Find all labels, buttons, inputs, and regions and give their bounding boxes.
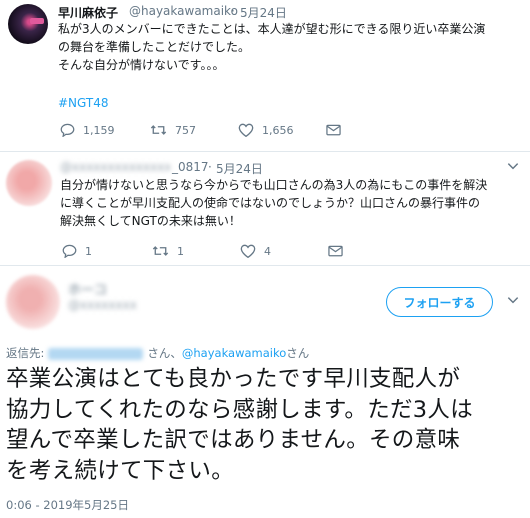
like-icon — [238, 123, 254, 137]
tweet-text-line: そんな自分が情けないです。。。 — [58, 58, 225, 72]
replying-label: 返信先: — [6, 346, 45, 360]
tweet-text-line: 卒業公演はとても良かったです早川支配人が — [6, 366, 461, 392]
reply-author-name-blurred[interactable]: @xxxxxxxxxxxxxx — [60, 160, 170, 174]
retweet-icon — [150, 125, 167, 135]
dm-button[interactable] — [326, 124, 349, 136]
retweet-button[interactable]: 1 — [152, 244, 214, 258]
hashtag-link[interactable]: #NGT48 — [58, 96, 109, 110]
author-name-blurred[interactable]: ホーコ — [68, 279, 107, 298]
tweet-text-line: 自分が情けないと思うなら今からでも山口さんの為3人の為にもこの事件を解決 — [60, 178, 488, 192]
like-count: 4 — [264, 244, 271, 258]
dm-icon — [326, 124, 341, 136]
retweet-count: 757 — [175, 123, 196, 137]
reply-count: 1,159 — [83, 123, 115, 137]
author-handle-blurred[interactable]: @xxxxxxxx — [68, 298, 158, 312]
replying-separator: さん、 — [147, 346, 182, 360]
reply-target-mention[interactable]: @hayakawamaiko — [182, 346, 286, 360]
like-count: 1,656 — [262, 123, 294, 137]
reply-icon — [60, 123, 75, 137]
tweet-text-line: 私が3人のメンバーにできたことは、本人達が望む形にできる限り近い卒業公演 — [58, 22, 486, 36]
tweet-text: 自分が情けないと思うなら今からでも山口さんの為3人の為にもこの事件を解決 に導く… — [60, 176, 487, 230]
divider — [0, 151, 530, 152]
tweet-date[interactable]: 5月24日 — [240, 4, 287, 21]
tweet-reply: @xxxxxxxxxxxxxx _0817 · 5月24日 自分が情けないと思う… — [0, 153, 530, 265]
tweet-text-line: 望んで卒業した訳ではありません。その意味 — [6, 427, 461, 453]
tweet-actions: 1 1 4 — [62, 244, 377, 258]
dm-button[interactable] — [328, 245, 351, 257]
retweet-icon — [152, 246, 169, 256]
tweet-actions: 1,159 757 1,656 — [60, 123, 375, 137]
reply-button[interactable]: 1 — [62, 244, 126, 258]
chevron-down-icon[interactable] — [506, 159, 520, 173]
like-button[interactable]: 1,656 — [238, 123, 300, 137]
author-name[interactable]: 早川麻依子 — [58, 4, 118, 21]
avatar[interactable] — [8, 4, 48, 44]
reply-button[interactable]: 1,159 — [60, 123, 124, 137]
tweet-date-separator: · — [231, 4, 235, 18]
tweet-text-line: 解決無くしてNGTの未来は無い！ — [60, 214, 241, 228]
tweet-timestamp[interactable]: 0:06 - 2019年5月25日 — [6, 497, 129, 513]
like-icon — [240, 244, 256, 258]
reply-author-handle[interactable]: _0817 — [172, 160, 209, 174]
retweet-count: 1 — [177, 244, 184, 258]
tweet-text-line: の舞台を準備したことだけでした。 — [58, 40, 251, 54]
dm-icon — [328, 245, 343, 257]
retweet-button[interactable]: 757 — [150, 123, 212, 137]
tweet-text-line: 協力してくれたのなら感謝します。ただ3人は — [6, 396, 474, 423]
reply-target-blurred[interactable] — [48, 347, 144, 360]
tweet-text: 私が3人のメンバーにできたことは、本人達が望む形にできる限り近い卒業公演 の舞台… — [58, 20, 485, 74]
author-handle[interactable]: @hayakawamaiko — [129, 4, 238, 18]
tweet-text-line: に導くことが早川支配人の使命ではないのでしょうか？山口さんの暴行事件の — [60, 196, 481, 210]
like-button[interactable]: 4 — [240, 244, 302, 258]
tweet-date[interactable]: 5月24日 — [216, 160, 263, 177]
replying-to: 返信先: さん、@hayakawamaikoさん — [6, 345, 309, 361]
follow-button[interactable]: フォローする — [386, 287, 493, 317]
tweet-original: 早川麻依子 @hayakawamaiko · 5月24日 私が3人のメンバーにで… — [0, 0, 530, 152]
chevron-down-icon[interactable] — [506, 293, 520, 307]
tweet-text-line: を考え続けて下さい。 — [6, 457, 235, 484]
tweet-text: 卒業公演はとても良かったです早川支配人が 協力してくれたのなら感謝します。ただ3… — [6, 364, 526, 486]
reply-icon — [62, 244, 77, 258]
reply-count: 1 — [85, 244, 92, 258]
replying-suffix: さん — [286, 346, 310, 360]
tweet-date-separator: · — [208, 160, 212, 174]
